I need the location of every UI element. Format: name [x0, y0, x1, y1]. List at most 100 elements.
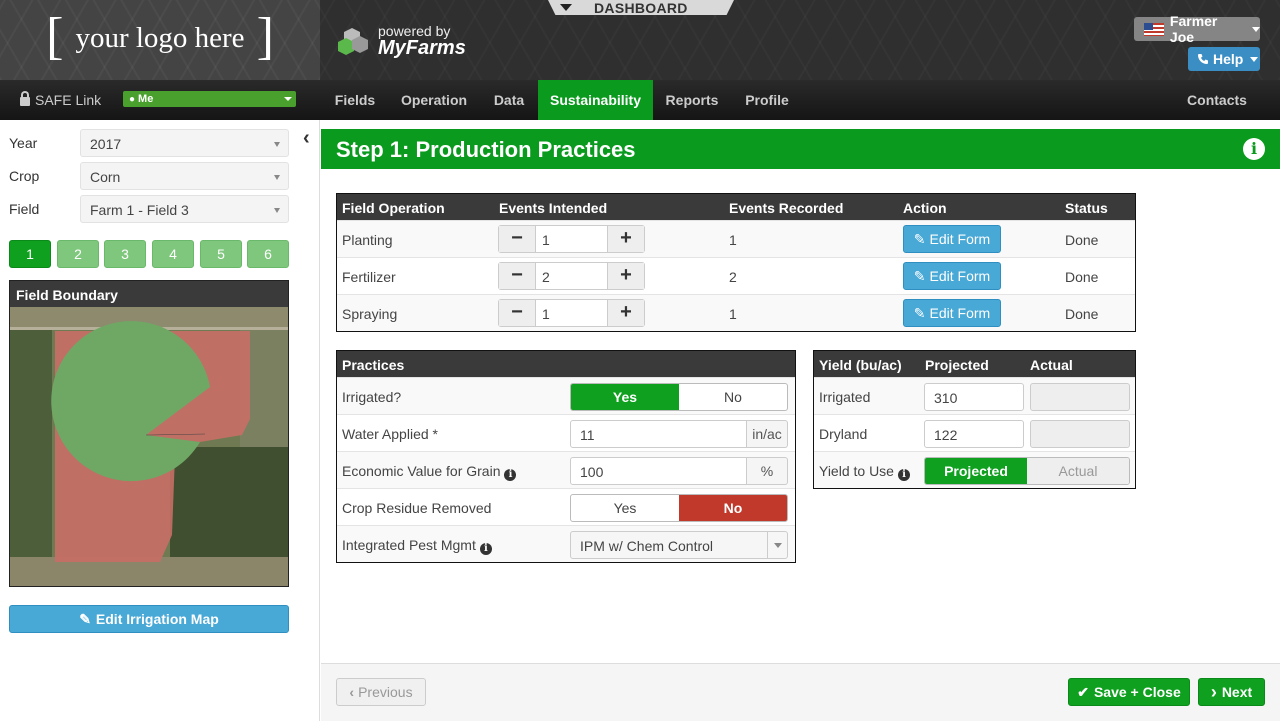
minus-icon[interactable]: − — [499, 226, 535, 252]
step-button-2[interactable]: 2 — [57, 240, 99, 268]
app-root: [ your logo here ] powered by MyFarms DA… — [0, 0, 1280, 721]
intended-value[interactable]: 1 — [535, 300, 608, 326]
irrigated-projected-input[interactable]: 310 — [924, 383, 1024, 411]
logo-text: your logo here — [75, 21, 245, 54]
account-select[interactable]: ● Me — [123, 91, 296, 107]
info-icon[interactable]: i — [1243, 138, 1265, 160]
dryland-projected-input[interactable]: 122 — [924, 420, 1024, 448]
edit-form-button[interactable]: ✎ Edit Form — [903, 225, 1001, 253]
info-icon[interactable]: i — [897, 469, 910, 481]
step-button-1[interactable]: 1 — [9, 240, 51, 268]
logo-placeholder[interactable]: [ your logo here ] — [0, 0, 320, 80]
crop-label: Crop — [9, 168, 40, 184]
col-events-intended: Events Intended — [499, 200, 608, 216]
field-boundary-panel: Field Boundary — [9, 280, 289, 587]
field-boundary-map[interactable] — [10, 307, 288, 586]
table-header-row: Field Operation Events Intended Events R… — [337, 194, 1135, 220]
residue-yes-option[interactable]: Yes — [571, 495, 679, 521]
crop-select[interactable]: Corn — [80, 162, 289, 190]
plus-icon[interactable]: + — [608, 300, 644, 326]
edit-irrigation-map-button[interactable]: ✎ Edit Irrigation Map — [9, 605, 289, 633]
chevron-right-icon: › — [1210, 682, 1217, 702]
nav-item-contacts[interactable]: Contacts — [1178, 80, 1256, 120]
water-applied-input[interactable]: 11 — [570, 420, 747, 448]
caret-down-icon — [274, 208, 280, 213]
col-events-recorded: Events Recorded — [729, 200, 844, 216]
minus-icon[interactable]: − — [499, 263, 535, 289]
irrigated-actual-input[interactable] — [1030, 383, 1130, 411]
step-button-6[interactable]: 6 — [247, 240, 289, 268]
nav-item-operation[interactable]: Operation — [390, 80, 478, 120]
yield-to-use-label: Yield to Use i — [819, 463, 910, 481]
practices-table: Practices Irrigated? Yes No Water Applie… — [336, 350, 796, 563]
field-select[interactable]: Farm 1 - Field 3 — [80, 195, 289, 223]
yield-row-use: Yield to Use i Projected Actual — [814, 451, 1135, 488]
person-icon: ● — [129, 93, 136, 105]
safe-link[interactable]: SAFE Link — [20, 80, 101, 120]
yield-row-irrigated: Irrigated 310 — [814, 377, 1135, 414]
irrigated-label: Irrigated? — [342, 389, 402, 405]
user-menu-button[interactable]: Farmer Joe — [1134, 13, 1260, 45]
yield-to-use-label-text: Yield to Use — [819, 463, 894, 479]
table-row: Fertilizer − 2 + 2 ✎ Edit Form Done — [337, 257, 1135, 294]
plus-icon[interactable]: + — [608, 226, 644, 252]
pencil-icon: ✎ — [913, 230, 926, 247]
yield-to-use-toggle[interactable]: Projected Actual — [924, 457, 1130, 485]
nav-item-fields[interactable]: Fields — [322, 80, 388, 120]
crop-select-value: Corn — [90, 169, 121, 185]
ipm-select[interactable]: IPM w/ Chem Control — [570, 531, 788, 559]
irrigated-no-option[interactable]: No — [679, 384, 787, 410]
help-button[interactable]: Help — [1188, 47, 1260, 71]
econ-value-input[interactable]: 100 — [570, 457, 747, 485]
intended-stepper[interactable]: − 2 + — [498, 262, 645, 290]
dryland-actual-input[interactable] — [1030, 420, 1130, 448]
ipm-select-value: IPM w/ Chem Control — [580, 538, 714, 554]
help-label: Help — [1213, 51, 1244, 67]
phone-icon — [1198, 54, 1208, 64]
practices-header-row: Practices — [337, 351, 795, 377]
edit-form-button[interactable]: ✎ Edit Form — [903, 299, 1001, 327]
practice-row-residue: Crop Residue Removed Yes No — [337, 488, 795, 525]
plus-icon[interactable]: + — [608, 263, 644, 289]
dashboard-tab[interactable]: DASHBOARD — [548, 0, 734, 15]
next-button[interactable]: › Next — [1198, 678, 1265, 706]
residue-no-option[interactable]: No — [679, 495, 787, 521]
intended-value[interactable]: 1 — [535, 226, 608, 252]
powered-by-text: powered by — [378, 23, 451, 39]
caret-down-icon — [1252, 26, 1260, 32]
powered-by-myfarms[interactable]: powered by MyFarms — [336, 20, 466, 62]
collapse-sidebar-chevron-icon[interactable]: ‹ — [303, 128, 310, 148]
intended-stepper[interactable]: − 1 + — [498, 225, 645, 253]
status-text: Done — [1065, 232, 1099, 248]
intended-value[interactable]: 2 — [535, 263, 608, 289]
yield-actual-option[interactable]: Actual — [1027, 458, 1129, 484]
save-close-button[interactable]: ✔ Save + Close — [1068, 678, 1190, 706]
minus-icon[interactable]: − — [499, 300, 535, 326]
user-name: Farmer Joe — [1169, 13, 1218, 45]
year-select-value: 2017 — [90, 136, 122, 152]
yield-projected-option[interactable]: Projected — [925, 458, 1027, 484]
nav-item-reports[interactable]: Reports — [656, 80, 728, 120]
previous-label: Previous — [358, 684, 413, 700]
step-button-5[interactable]: 5 — [200, 240, 242, 268]
nav-item-profile[interactable]: Profile — [734, 80, 800, 120]
practices-header: Practices — [342, 357, 405, 373]
nav-item-sustainability[interactable]: Sustainability — [538, 80, 653, 120]
step-button-4[interactable]: 4 — [152, 240, 194, 268]
irrigated-yes-option[interactable]: Yes — [571, 384, 679, 410]
edit-form-button[interactable]: ✎ Edit Form — [903, 262, 1001, 290]
info-icon[interactable]: i — [479, 543, 492, 555]
field-boundary-title: Field Boundary — [10, 281, 288, 307]
nav-item-data[interactable]: Data — [482, 80, 536, 120]
edit-irrigation-label: Edit Irrigation Map — [95, 611, 219, 627]
year-select[interactable]: 2017 — [80, 129, 289, 157]
info-icon[interactable]: i — [504, 469, 517, 481]
intended-stepper[interactable]: − 1 + — [498, 299, 645, 327]
previous-button[interactable]: ‹ Previous — [336, 678, 426, 706]
residue-toggle[interactable]: Yes No — [570, 494, 788, 522]
save-close-label: Save + Close — [1093, 684, 1181, 700]
col-actual: Actual — [1030, 357, 1073, 373]
step-header-bar: Step 1: Production Practices i — [321, 129, 1280, 169]
step-button-3[interactable]: 3 — [104, 240, 146, 268]
irrigated-toggle[interactable]: Yes No — [570, 383, 788, 411]
